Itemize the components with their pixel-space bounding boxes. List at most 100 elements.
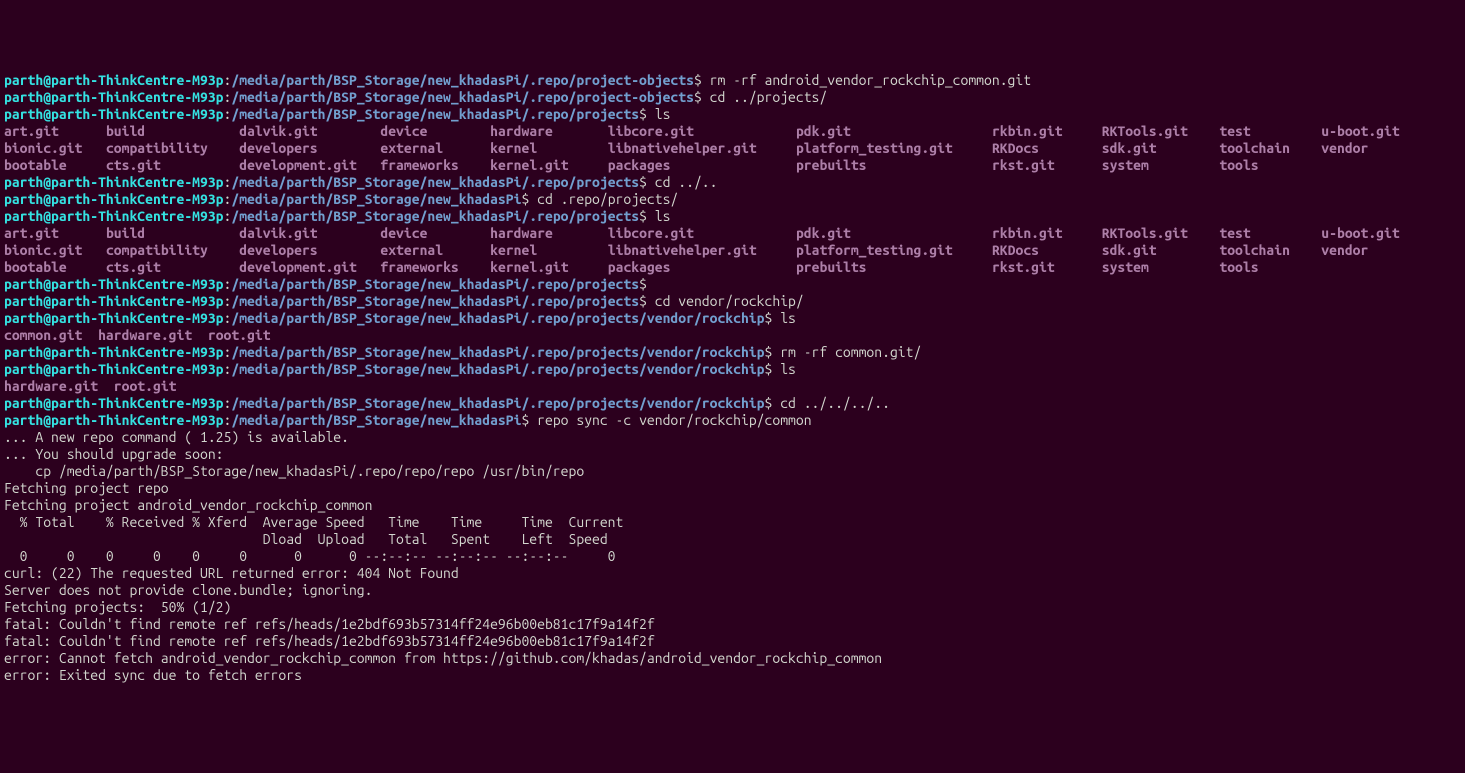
output-line: Fetching project repo	[4, 480, 1461, 497]
ls-row: bionic.git compatibility developers exte…	[4, 140, 1461, 157]
prompt-path: /media/parth/BSP_Storage/new_khadasPi/.r…	[231, 276, 639, 292]
prompt-user: parth@parth-ThinkCentre-M93p	[4, 106, 224, 122]
ls-entry: libnativehelper.git	[608, 140, 757, 156]
command-line: parth@parth-ThinkCentre-M93p:/media/part…	[4, 174, 1461, 191]
ls-row: bootable cts.git development.git framewo…	[4, 157, 1461, 174]
ls-entry: art.git	[4, 225, 59, 241]
ls-entry: u-boot.git	[1321, 123, 1399, 139]
prompt-path: /media/parth/BSP_Storage/new_khadasPi	[231, 191, 521, 207]
ls-entry: pdk.git	[796, 123, 851, 139]
command-text: ls	[780, 310, 796, 326]
ls-entry: packages	[608, 157, 671, 173]
prompt-path: /media/parth/BSP_Storage/new_khadasPi/.r…	[231, 106, 639, 122]
ls-row: hardware.git root.git	[4, 378, 1461, 395]
prompt-user: parth@parth-ThinkCentre-M93p	[4, 361, 224, 377]
prompt-path: /media/parth/BSP_Storage/new_khadasPi/.r…	[231, 89, 694, 105]
output-line: Fetching projects: 50% (1/2)	[4, 599, 1461, 616]
ls-entry: pdk.git	[796, 225, 851, 241]
output-line: error: Cannot fetch android_vendor_rockc…	[4, 650, 1461, 667]
ls-entry: dalvik.git	[239, 225, 317, 241]
ls-entry: sdk.git	[1102, 140, 1157, 156]
ls-entry: rkst.git	[992, 259, 1055, 275]
ls-entry: kernel.git	[490, 157, 568, 173]
prompt-user: parth@parth-ThinkCentre-M93p	[4, 310, 224, 326]
command-text: cd .repo/projects/	[537, 191, 678, 207]
ls-entry: RKDocs	[992, 242, 1039, 258]
ls-entry: test	[1219, 123, 1250, 139]
ls-entry: common.git	[4, 327, 82, 343]
prompt-user: parth@parth-ThinkCentre-M93p	[4, 293, 224, 309]
ls-entry: prebuilts	[796, 157, 867, 173]
command-text: cd ../..	[655, 174, 718, 190]
ls-entry: libcore.git	[608, 225, 694, 241]
ls-entry: rkbin.git	[992, 123, 1063, 139]
ls-entry: development.git	[239, 259, 357, 275]
output-line: fatal: Couldn't find remote ref refs/hea…	[4, 633, 1461, 650]
ls-entry: rkbin.git	[992, 225, 1063, 241]
output-line: fatal: Couldn't find remote ref refs/hea…	[4, 616, 1461, 633]
ls-row: art.git build dalvik.git device hardware…	[4, 225, 1461, 242]
prompt-path: /media/parth/BSP_Storage/new_khadasPi/.r…	[231, 395, 764, 411]
command-text: ls	[780, 361, 796, 377]
ls-row: common.git hardware.git root.git	[4, 327, 1461, 344]
output-line: ... You should upgrade soon:	[4, 446, 1461, 463]
prompt-user: parth@parth-ThinkCentre-M93p	[4, 72, 224, 88]
ls-entry: dalvik.git	[239, 123, 317, 139]
output-line: Dload Upload Total Spent Left Speed	[4, 531, 1461, 548]
ls-entry: toolchain	[1219, 242, 1290, 258]
prompt-path: /media/parth/BSP_Storage/new_khadasPi/.r…	[231, 293, 639, 309]
ls-entry: vendor	[1321, 140, 1368, 156]
command-line: parth@parth-ThinkCentre-M93p:/media/part…	[4, 293, 1461, 310]
ls-entry: kernel	[490, 140, 537, 156]
ls-entry: compatibility	[106, 242, 208, 258]
prompt-path: /media/parth/BSP_Storage/new_khadasPi	[231, 412, 521, 428]
command-text: cd vendor/rockchip/	[655, 293, 804, 309]
command-line: parth@parth-ThinkCentre-M93p:/media/part…	[4, 106, 1461, 123]
prompt-path: /media/parth/BSP_Storage/new_khadasPi/.r…	[231, 208, 639, 224]
ls-entry: tools	[1219, 157, 1258, 173]
ls-entry: root.git	[114, 378, 177, 394]
prompt-path: /media/parth/BSP_Storage/new_khadasPi/.r…	[231, 174, 639, 190]
prompt-path: /media/parth/BSP_Storage/new_khadasPi/.r…	[231, 361, 764, 377]
prompt-user: parth@parth-ThinkCentre-M93p	[4, 174, 224, 190]
ls-entry: developers	[239, 140, 317, 156]
ls-entry: hardware	[490, 225, 553, 241]
ls-row: bionic.git compatibility developers exte…	[4, 242, 1461, 259]
ls-entry: development.git	[239, 157, 357, 173]
prompt-user: parth@parth-ThinkCentre-M93p	[4, 208, 224, 224]
ls-entry: compatibility	[106, 140, 208, 156]
ls-entry: hardware.git	[98, 327, 192, 343]
ls-entry: root.git	[208, 327, 271, 343]
ls-entry: libcore.git	[608, 123, 694, 139]
prompt-path: /media/parth/BSP_Storage/new_khadasPi/.r…	[231, 72, 694, 88]
output-line: Fetching project android_vendor_rockchip…	[4, 497, 1461, 514]
ls-entry: system	[1102, 157, 1149, 173]
ls-entry: hardware	[490, 123, 553, 139]
ls-entry: device	[380, 225, 427, 241]
output-line: curl: (22) The requested URL returned er…	[4, 565, 1461, 582]
prompt-user: parth@parth-ThinkCentre-M93p	[4, 89, 224, 105]
ls-entry: kernel.git	[490, 259, 568, 275]
ls-entry: device	[380, 123, 427, 139]
output-line: ... A new repo command ( 1.25) is availa…	[4, 429, 1461, 446]
ls-entry: vendor	[1321, 242, 1368, 258]
output-line: error: Exited sync due to fetch errors	[4, 667, 1461, 684]
command-line: parth@parth-ThinkCentre-M93p:/media/part…	[4, 208, 1461, 225]
command-line: parth@parth-ThinkCentre-M93p:/media/part…	[4, 276, 1461, 293]
prompt-user: parth@parth-ThinkCentre-M93p	[4, 395, 224, 411]
command-line: parth@parth-ThinkCentre-M93p:/media/part…	[4, 191, 1461, 208]
ls-entry: libnativehelper.git	[608, 242, 757, 258]
terminal-output[interactable]: parth@parth-ThinkCentre-M93p:/media/part…	[4, 72, 1461, 684]
ls-entry: developers	[239, 242, 317, 258]
ls-entry: test	[1219, 225, 1250, 241]
output-line: % Total % Received % Xferd Average Speed…	[4, 514, 1461, 531]
ls-row: art.git build dalvik.git device hardware…	[4, 123, 1461, 140]
ls-entry: tools	[1219, 259, 1258, 275]
ls-entry: platform_testing.git	[796, 242, 953, 258]
command-line: parth@parth-ThinkCentre-M93p:/media/part…	[4, 310, 1461, 327]
command-text: rm -rf android_vendor_rockchip_common.gi…	[710, 72, 1031, 88]
ls-entry: system	[1102, 259, 1149, 275]
ls-entry: cts.git	[106, 157, 161, 173]
ls-entry: toolchain	[1219, 140, 1290, 156]
command-line: parth@parth-ThinkCentre-M93p:/media/part…	[4, 395, 1461, 412]
